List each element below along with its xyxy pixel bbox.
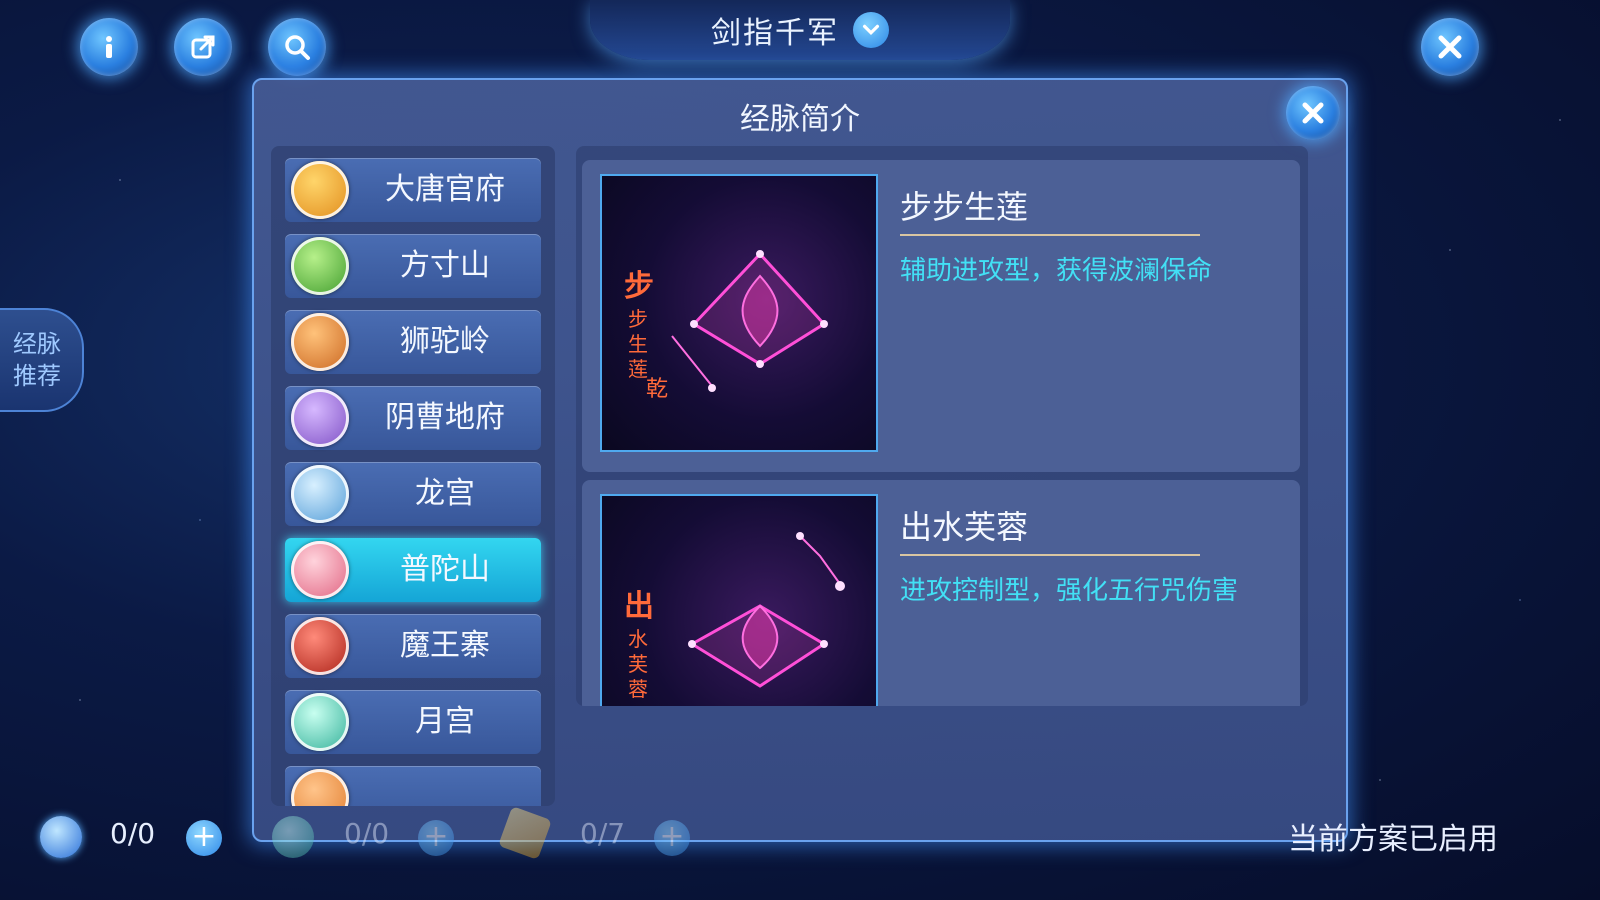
add-resource-button[interactable]: + <box>654 820 690 856</box>
divider <box>900 234 1200 236</box>
meridian-description: 辅助进攻型，获得波澜保命 <box>900 256 1213 286</box>
bottom-resource-bar: 0/0 + 0/0 + 0/7 + 当前方案已启用 <box>0 790 1600 870</box>
resource-value: 0/7 <box>580 817 626 850</box>
svg-text:芙: 芙 <box>628 652 648 676</box>
close-icon <box>1302 102 1324 124</box>
side-tab-label: 经脉 推荐 <box>13 330 61 390</box>
close-panel-button[interactable] <box>1286 86 1340 140</box>
svg-text:莲: 莲 <box>628 357 648 381</box>
sect-list[interactable]: 大唐官府 方寸山 狮驼岭 阴曹地府 龙宫 普陀山 魔王寨 月宫 <box>271 146 555 806</box>
constellation-lotus-icon: 步 步 生 莲 乾 <box>624 250 828 402</box>
meridian-detail-list[interactable]: 步 步 生 莲 乾 步步生莲 辅助进攻型，获得波澜保命 出 水 芙 蓉 出水芙蓉… <box>576 146 1308 706</box>
divider <box>900 554 1200 556</box>
sect-item-datang[interactable]: 大唐官府 <box>285 158 541 222</box>
sect-label: 大唐官府 <box>385 172 505 207</box>
ghost-icon <box>291 389 349 447</box>
plus-icon: + <box>659 819 685 854</box>
sect-label: 魔王寨 <box>400 628 490 663</box>
share-button[interactable] <box>174 18 232 76</box>
sect-label: 阴曹地府 <box>385 400 505 435</box>
constellation-lotus-icon: 出 水 芙 蓉 <box>624 532 845 701</box>
sect-label: 月宫 <box>415 704 475 739</box>
svg-text:生: 生 <box>628 332 648 356</box>
sect-label: 方寸山 <box>400 248 490 283</box>
jade-icon <box>272 816 314 858</box>
page-title: 剑指千军 <box>711 16 839 51</box>
meridian-intro-panel: 经脉简介 大唐官府 方寸山 狮驼岭 阴曹地府 龙宫 普陀山 魔王寨 月宫 步 步… <box>252 78 1348 842</box>
title-banner: 剑指千军 <box>590 0 1010 60</box>
add-resource-button[interactable]: + <box>418 820 454 856</box>
sect-label: 普陀山 <box>400 552 490 587</box>
meridian-image: 出 水 芙 蓉 <box>600 494 878 706</box>
sect-item-yuegong[interactable]: 月宫 <box>285 690 541 754</box>
close-window-button[interactable] <box>1421 18 1479 76</box>
info-icon <box>106 36 112 58</box>
lion-icon <box>291 313 349 371</box>
sect-item-yincao[interactable]: 阴曹地府 <box>285 386 541 450</box>
scheme-status: 当前方案已启用 <box>1288 822 1498 857</box>
leaf-icon <box>291 237 349 295</box>
svg-text:步: 步 <box>628 307 648 331</box>
moon-icon <box>291 693 349 751</box>
sect-label: 狮驼岭 <box>400 324 490 359</box>
meridian-recommend-tab[interactable]: 经脉 推荐 <box>0 308 84 412</box>
plus-icon: + <box>423 819 449 854</box>
flame-icon <box>291 617 349 675</box>
meridian-name: 出水芙蓉 <box>900 508 1029 546</box>
sect-item-longgong[interactable]: 龙宫 <box>285 462 541 526</box>
svg-text:出: 出 <box>624 589 654 624</box>
info-button[interactable] <box>80 18 138 76</box>
svg-text:步: 步 <box>624 269 654 304</box>
svg-text:乾: 乾 <box>646 377 668 402</box>
meridian-description: 进攻控制型，强化五行咒伤害 <box>900 576 1239 606</box>
meridian-point-icon <box>40 816 82 858</box>
share-icon <box>191 35 215 59</box>
close-icon <box>1438 35 1462 59</box>
meridian-image: 步 步 生 莲 乾 <box>600 174 878 452</box>
svg-text:蓉: 蓉 <box>628 677 648 701</box>
plus-icon: + <box>191 819 217 854</box>
search-icon <box>285 35 310 60</box>
search-button[interactable] <box>268 18 326 76</box>
meridian-name: 步步生莲 <box>900 188 1029 226</box>
panel-title: 经脉简介 <box>740 102 860 137</box>
meridian-card[interactable]: 出 水 芙 蓉 出水芙蓉 进攻控制型，强化五行咒伤害 <box>582 480 1300 706</box>
chevron-down-icon <box>862 24 880 36</box>
crystal-icon <box>498 806 552 860</box>
title-dropdown-button[interactable] <box>853 12 889 48</box>
resource-value: 0/0 <box>110 817 156 850</box>
sect-label: 龙宫 <box>415 476 475 511</box>
sword-icon <box>291 161 349 219</box>
sect-item-mowang[interactable]: 魔王寨 <box>285 614 541 678</box>
lotus-icon <box>291 541 349 599</box>
sect-item-shituo[interactable]: 狮驼岭 <box>285 310 541 374</box>
sect-item-putuo[interactable]: 普陀山 <box>285 538 541 602</box>
wave-icon <box>291 465 349 523</box>
meridian-card[interactable]: 步 步 生 莲 乾 步步生莲 辅助进攻型，获得波澜保命 <box>582 160 1300 472</box>
resource-value: 0/0 <box>344 817 390 850</box>
sect-item-fangcun[interactable]: 方寸山 <box>285 234 541 298</box>
svg-text:水: 水 <box>628 627 648 651</box>
add-resource-button[interactable]: + <box>186 820 222 856</box>
